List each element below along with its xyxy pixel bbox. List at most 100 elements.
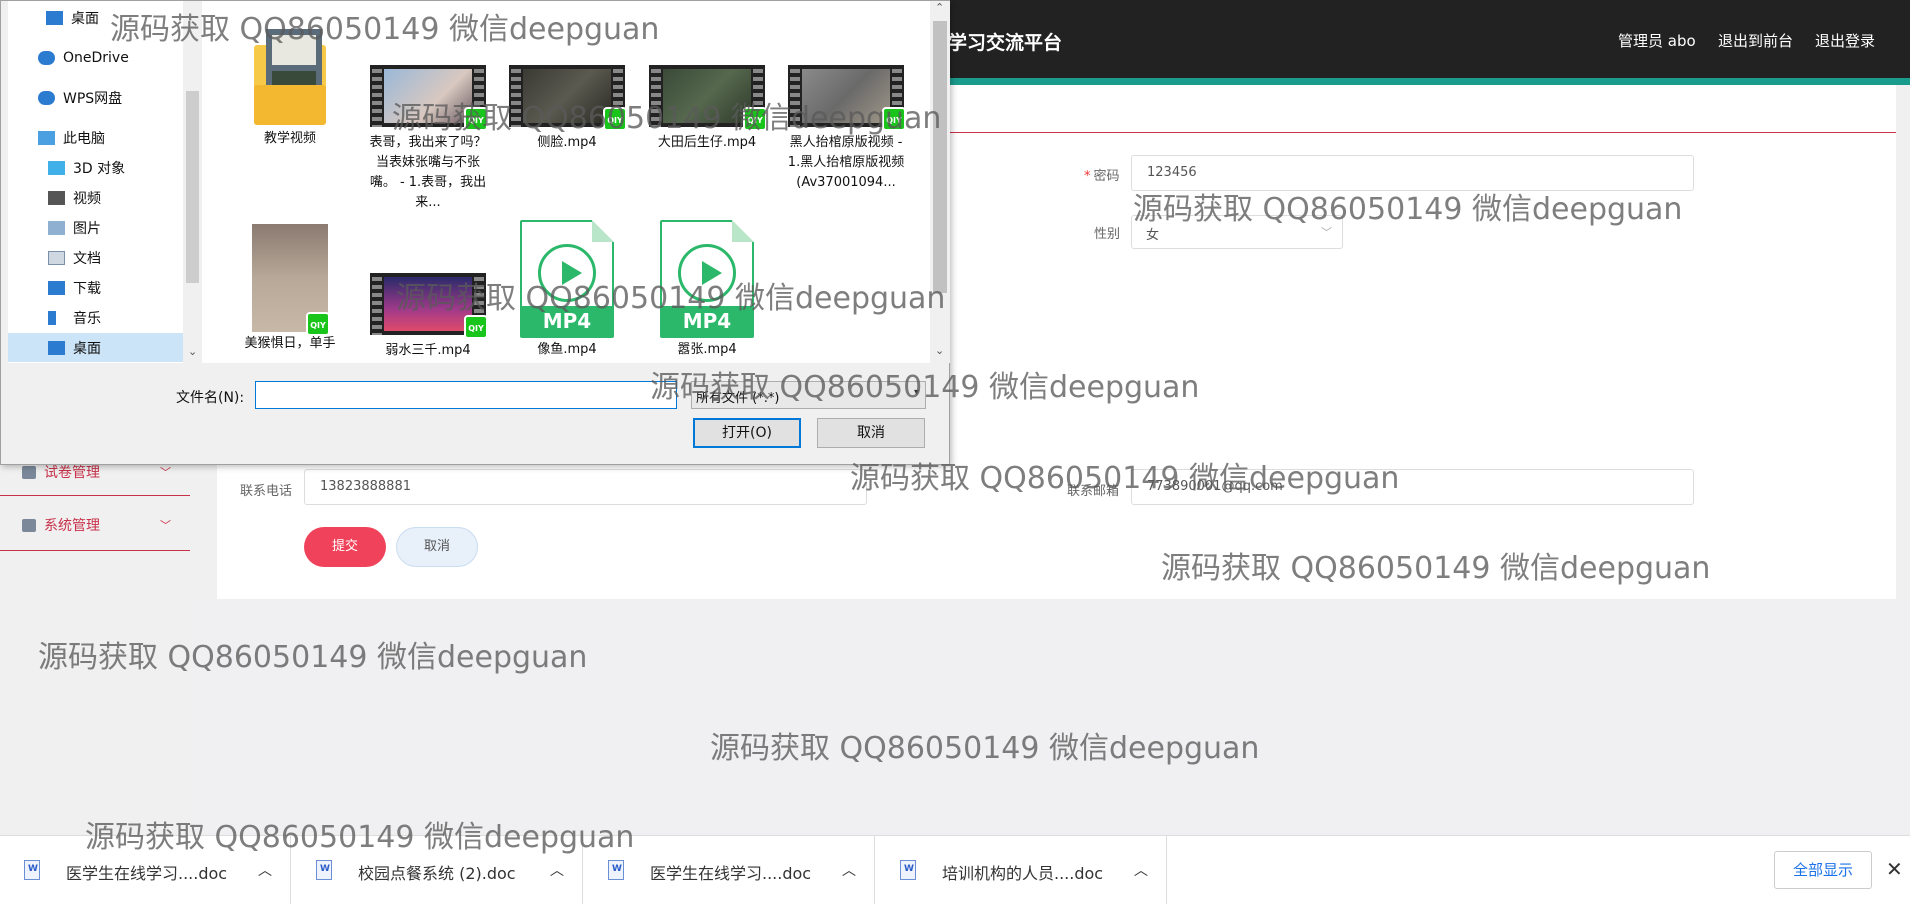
file-item-mp4[interactable]: MP4 嚣张.mp4 [647, 220, 767, 360]
file-item-video[interactable]: QIY 大田后生仔.mp4 [647, 65, 767, 153]
video-thumbnail: QIY [370, 273, 488, 339]
email-field[interactable]: 773890001@qq.com [1131, 469, 1694, 505]
file-name: 弱水三千.mp4 [385, 343, 471, 358]
nav-scroll-thumb[interactable] [186, 91, 199, 283]
gender-select[interactable]: 女 ﹀ [1131, 215, 1343, 249]
sidebar-item-label: 系统管理 [44, 518, 100, 534]
sidebar-item-system[interactable]: 系统管理 [22, 515, 100, 535]
sidebar-divider [0, 550, 190, 551]
file-item-mp4[interactable]: MP4 像鱼.mp4 [507, 220, 627, 360]
cloud-icon [38, 50, 55, 65]
exit-to-front-link[interactable]: 退出到前台 [1718, 30, 1793, 51]
word-doc-icon [900, 860, 916, 880]
desktop-icon [48, 340, 65, 355]
chevron-up-icon[interactable]: ︿ [550, 860, 564, 880]
nav-item-wps[interactable]: WPS网盘 [8, 83, 183, 112]
word-doc-icon [608, 860, 624, 880]
iqiyi-badge-icon: QIY [464, 315, 488, 339]
wps-cloud-icon [38, 90, 55, 105]
submit-button[interactable]: 提交 [304, 527, 386, 567]
video-thumbnail: QIY [370, 65, 488, 131]
filename-label: 文件名(N): [176, 390, 245, 406]
sidebar-divider [0, 495, 190, 496]
file-name: 嚣张.mp4 [677, 342, 737, 357]
password-field[interactable]: 123456 [1131, 155, 1694, 191]
navigation-pane: 桌面 OneDrive WPS网盘 此电脑 3D 对象 视频 图片 文档 下载 … [8, 1, 183, 363]
video-thumbnail: QIY [649, 65, 767, 131]
nav-item-desktop[interactable]: 桌面 [8, 3, 183, 32]
password-label: * 密码 [1084, 169, 1120, 184]
email-label: 联系邮箱 [1067, 484, 1120, 499]
admin-label: 管理员 abo [1618, 32, 1696, 50]
file-name: 像鱼.mp4 [537, 342, 597, 357]
nav-item-onedrive[interactable]: OneDrive [8, 43, 183, 72]
nav-item-pictures[interactable]: 图片 [8, 213, 183, 242]
gender-label: 性别 [1094, 227, 1121, 242]
iqiyi-badge-icon: QIY [464, 107, 488, 131]
file-name: 表哥，我出来了吗？ 当表妹张嘴与不张嘴。 - 1.表哥，我出来... [369, 135, 487, 210]
document-folder-icon [48, 250, 65, 265]
phone-field[interactable]: 13823888881 [304, 469, 867, 505]
download-item[interactable]: 校园点餐系统 (2).doc ︿ [292, 836, 583, 904]
show-all-downloads-button[interactable]: 全部显示 [1774, 851, 1872, 889]
word-doc-icon [316, 860, 332, 880]
person-icon [22, 465, 36, 479]
download-icon [48, 280, 65, 295]
nav-item-this-pc[interactable]: 此电脑 [8, 123, 183, 152]
file-list-scrollbar[interactable]: ⌃ ⌄ [930, 1, 950, 363]
chevron-up-icon[interactable]: ︿ [1134, 860, 1148, 880]
iqiyi-badge-icon: QIY [882, 107, 906, 131]
file-list-scroll-thumb[interactable] [933, 21, 947, 293]
breadcrumb-bar [948, 85, 1896, 133]
chevron-down-icon: ▾ [913, 387, 919, 398]
download-item[interactable]: 培训机构的人员....doc ︿ [876, 836, 1167, 904]
file-name: 黑人抬棺原版视频 - 1.黑人抬棺原版视频(Av37001094... [787, 135, 905, 190]
picture-folder-icon [48, 220, 65, 235]
logout-link[interactable]: 退出登录 [1815, 30, 1875, 51]
file-name: 侧脸.mp4 [537, 135, 597, 150]
phone-label: 联系电话 [240, 484, 293, 499]
nav-item-documents[interactable]: 文档 [8, 243, 183, 272]
form-cancel-button[interactable]: 取消 [396, 527, 478, 567]
mp4-file-icon: MP4 [660, 220, 754, 338]
video-thumbnail: QIY [509, 65, 627, 131]
scroll-down-arrow-icon[interactable]: ⌄ [935, 344, 944, 357]
iqiyi-badge-icon: QIY [306, 312, 330, 336]
music-icon [48, 310, 56, 325]
main-background [193, 600, 1910, 835]
nav-item-desktop-selected[interactable]: 桌面 [8, 333, 183, 362]
nav-item-3d-objects[interactable]: 3D 对象 [8, 153, 183, 182]
filetype-select[interactable]: 所有文件 (*.*) ▾ [691, 381, 926, 409]
close-icon[interactable]: ✕ [1886, 857, 1903, 881]
file-item-image[interactable]: QIY 美猴惧日，单手 [230, 224, 350, 354]
iqiyi-badge-icon: QIY [743, 107, 767, 131]
dialog-cancel-button[interactable]: 取消 [817, 418, 925, 448]
scroll-down-arrow-icon[interactable]: ⌄ [188, 345, 197, 358]
nav-scrollbar[interactable]: ⌄ [183, 1, 202, 363]
file-list-pane: 教学视频 QIY 表哥，我出来了吗？ 当表妹张嘴与不张嘴。 - 1.表哥，我出来… [202, 1, 930, 363]
file-item-folder[interactable]: 教学视频 [230, 25, 350, 149]
chevron-up-icon[interactable]: ︿ [258, 860, 272, 880]
filename-input[interactable] [255, 381, 677, 409]
open-button[interactable]: 打开(O) [693, 418, 801, 448]
video-thumbnail: QIY [788, 65, 906, 131]
video-folder-icon [48, 190, 65, 205]
chevron-down-icon: ﹀ [160, 466, 171, 479]
nav-item-music[interactable]: 音乐 [8, 303, 183, 332]
nav-item-videos[interactable]: 视频 [8, 183, 183, 212]
download-item[interactable]: 医学生在线学习....doc ︿ [584, 836, 875, 904]
file-item-video[interactable]: QIY 侧脸.mp4 [507, 65, 627, 153]
file-open-dialog: 桌面 OneDrive WPS网盘 此电脑 3D 对象 视频 图片 文档 下载 … [0, 0, 950, 465]
file-item-video[interactable]: QIY 弱水三千.mp4 [368, 273, 488, 361]
sidebar-item-exam[interactable]: 试卷管理 [22, 462, 100, 482]
file-item-video[interactable]: QIY 黑人抬棺原版视频 - 1.黑人抬棺原版视频(Av37001094... [786, 65, 906, 193]
file-name: 大田后生仔.mp4 [657, 135, 757, 150]
chevron-down-icon: ﹀ [160, 519, 171, 532]
download-item[interactable]: 医学生在线学习....doc ︿ [0, 836, 291, 904]
nav-item-downloads[interactable]: 下载 [8, 273, 183, 302]
chevron-down-icon: ﹀ [1321, 226, 1332, 239]
settings-icon [22, 518, 36, 532]
file-item-video[interactable]: QIY 表哥，我出来了吗？ 当表妹张嘴与不张嘴。 - 1.表哥，我出来... [368, 65, 488, 213]
scroll-up-arrow-icon[interactable]: ⌃ [935, 1, 944, 14]
chevron-up-icon[interactable]: ︿ [842, 860, 856, 880]
